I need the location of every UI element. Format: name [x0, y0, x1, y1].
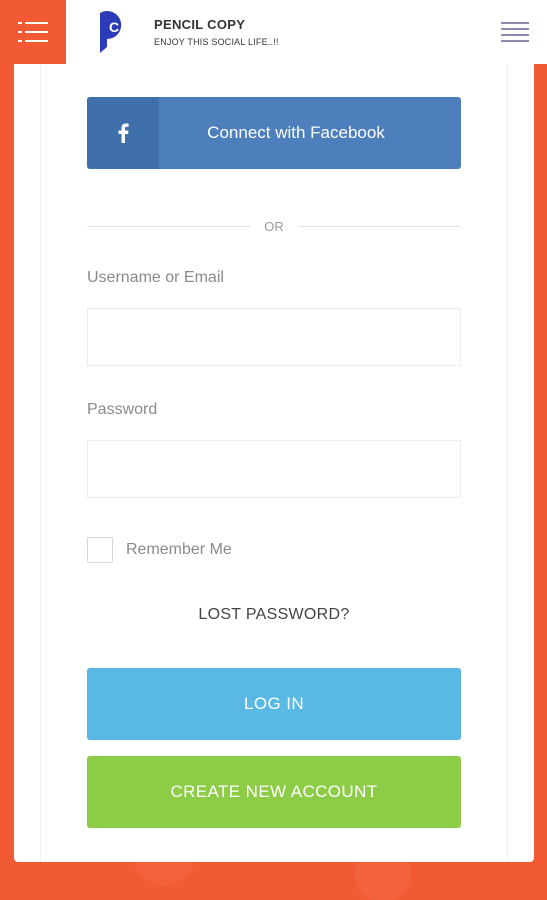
remember-me-checkbox[interactable] [87, 537, 113, 563]
divider-or-text: OR [264, 218, 284, 234]
password-label: Password [87, 401, 158, 418]
login-button[interactable]: LOG IN [87, 668, 461, 740]
brand-title: PENCIL COPY [154, 17, 246, 32]
facebook-icon [118, 123, 129, 143]
login-card: Connect with Facebook OR Username or Ema… [14, 50, 534, 862]
brand-subtitle: ENJOY THIS SOCIAL LIFE..!! [154, 37, 279, 47]
hamburger-icon [18, 22, 48, 42]
logo-icon: C [100, 11, 122, 53]
create-account-button[interactable]: CREATE NEW ACCOUNT [87, 756, 461, 828]
divider-line-left [87, 225, 251, 227]
or-divider: OR [87, 216, 461, 236]
list-menu-icon [501, 22, 529, 42]
facebook-connect-button[interactable]: Connect with Facebook [87, 97, 461, 169]
username-input[interactable] [87, 308, 461, 366]
divider-line-right [297, 225, 461, 227]
lost-password-link[interactable]: LOST PASSWORD? [87, 606, 461, 624]
password-input[interactable] [87, 440, 461, 498]
logo[interactable]: C [96, 9, 130, 55]
facebook-connect-label: Connect with Facebook [207, 123, 385, 142]
hamburger-menu-button[interactable] [0, 0, 66, 64]
top-bar: C PENCIL COPY ENJOY THIS SOCIAL LIFE..!! [0, 0, 547, 64]
remember-me-label[interactable]: Remember Me [126, 541, 232, 559]
brand: PENCIL COPY ENJOY THIS SOCIAL LIFE..!! [154, 17, 279, 47]
logo-letter: C [109, 19, 119, 35]
facebook-icon-box [87, 97, 159, 169]
list-menu-button[interactable] [501, 20, 529, 44]
username-label: Username or Email [87, 269, 224, 286]
